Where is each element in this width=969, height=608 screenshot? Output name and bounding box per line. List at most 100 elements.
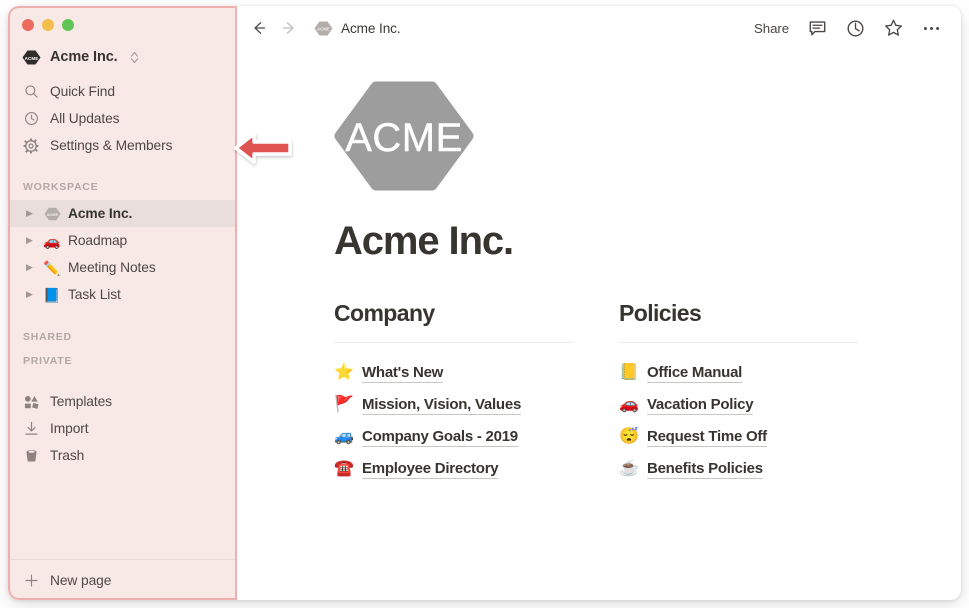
trash-icon <box>23 448 39 464</box>
column-policies: Policies 📒 Office Manual 🚗 Vacation Poli… <box>619 300 904 485</box>
sidebar-page-roadmap[interactable]: ▶ 🚗 Roadmap <box>8 227 237 254</box>
chevron-right-icon[interactable]: ▶ <box>23 209 36 218</box>
sidebar-item-label: Quick Find <box>50 84 115 99</box>
star-favorite-icon[interactable] <box>884 19 903 38</box>
toolbar-actions: Share <box>754 19 941 38</box>
pencil-emoji-icon: ✏️ <box>43 259 61 276</box>
maximize-window-button[interactable] <box>62 19 74 31</box>
workspace-page-list: ▶ ACME Acme Inc. ▶ 🚗 Roadmap ▶ ✏️ Meetin… <box>8 200 237 308</box>
svg-text:ACME: ACME <box>345 116 463 160</box>
page-link-label: What's New <box>362 363 444 383</box>
new-page-label: New page <box>50 572 112 588</box>
share-button[interactable]: Share <box>754 21 789 36</box>
main-area: ACME Acme Inc. Share ACME Acme Inc. Comp… <box>237 6 961 600</box>
workspace-switcher[interactable]: ACME Acme Inc. <box>8 42 237 72</box>
blue-car-emoji-icon: 🚙 <box>334 428 354 445</box>
page-link-benefits-policies[interactable]: ☕ Benefits Policies <box>619 453 904 485</box>
coffee-emoji-icon: ☕ <box>619 460 639 477</box>
comment-icon[interactable] <box>808 19 827 38</box>
column-company: Company ⭐ What's New 🚩 Mission, Vision, … <box>334 300 619 485</box>
page-link-label: Company Goals - 2019 <box>362 427 518 447</box>
page-link-employee-directory[interactable]: ☎️ Employee Directory <box>334 453 619 485</box>
page-link-label: Employee Directory <box>362 459 499 479</box>
page-link-label: Benefits Policies <box>647 459 763 479</box>
blue-book-emoji-icon: 📘 <box>43 286 61 303</box>
link-list: 📒 Office Manual 🚗 Vacation Policy 😴 Requ… <box>619 357 904 485</box>
sidebar-item-label: All Updates <box>50 111 120 126</box>
acme-hexagon-logo-icon: ACME <box>22 50 41 65</box>
sidebar-item-all-updates[interactable]: All Updates <box>8 105 237 132</box>
page-link-mission-vision-values[interactable]: 🚩 Mission, Vision, Values <box>334 389 619 421</box>
sidebar-tools-list: Templates Import Trash <box>8 388 237 469</box>
page-columns: Company ⭐ What's New 🚩 Mission, Vision, … <box>334 300 961 485</box>
sidebar-item-quick-find[interactable]: Quick Find <box>8 78 237 105</box>
breadcrumb-label: Acme Inc. <box>341 20 401 36</box>
section-header-private: PRIVATE <box>23 355 73 367</box>
page-link-whats-new[interactable]: ⭐ What's New <box>334 357 619 389</box>
car-emoji-icon: 🚗 <box>43 232 61 249</box>
sidebar-page-label: Task List <box>68 287 121 302</box>
svg-text:ACME: ACME <box>317 26 330 31</box>
page-link-label: Mission, Vision, Values <box>362 395 522 415</box>
acme-hexagon-logo-icon: ACME <box>314 21 333 36</box>
search-icon <box>23 84 39 100</box>
page-link-vacation-policy[interactable]: 🚗 Vacation Policy <box>619 389 904 421</box>
section-header-shared: SHARED <box>23 331 72 343</box>
red-car-emoji-icon: 🚗 <box>619 396 639 413</box>
more-options-icon[interactable] <box>922 19 941 38</box>
sidebar-item-trash[interactable]: Trash <box>8 442 237 469</box>
column-divider <box>334 342 574 343</box>
plus-icon <box>23 572 39 588</box>
telephone-emoji-icon: ☎️ <box>334 460 354 477</box>
column-divider <box>619 342 859 343</box>
new-page-button[interactable]: New page <box>8 559 237 600</box>
chevron-right-icon[interactable]: ▶ <box>23 236 36 245</box>
sidebar-item-settings-members[interactable]: Settings & Members <box>8 132 237 159</box>
sidebar-page-task-list[interactable]: ▶ 📘 Task List <box>8 281 237 308</box>
close-window-button[interactable] <box>22 19 34 31</box>
import-download-icon <box>23 421 39 437</box>
chevron-right-icon[interactable]: ▶ <box>23 290 36 299</box>
sidebar-item-label: Import <box>50 421 89 436</box>
window-traffic-lights <box>8 6 237 32</box>
sidebar-page-meeting-notes[interactable]: ▶ ✏️ Meeting Notes <box>8 254 237 281</box>
app-window: ACME Acme Inc. Quick Find All Updates Se… <box>8 6 961 600</box>
link-list: ⭐ What's New 🚩 Mission, Vision, Values 🚙… <box>334 357 619 485</box>
page-link-request-time-off[interactable]: 😴 Request Time Off <box>619 421 904 453</box>
sidebar-item-templates[interactable]: Templates <box>8 388 237 415</box>
arrow-right-icon[interactable] <box>280 19 298 37</box>
sidebar-item-label: Trash <box>50 448 85 463</box>
chevron-up-down-icon[interactable] <box>130 51 139 64</box>
page-link-label: Vacation Policy <box>647 395 754 415</box>
minimize-window-button[interactable] <box>42 19 54 31</box>
column-heading: Company <box>334 300 435 326</box>
svg-text:ACME: ACME <box>46 212 58 216</box>
section-header-workspace: WORKSPACE <box>23 181 99 193</box>
templates-icon <box>23 394 39 410</box>
screenshot-root: ACME Acme Inc. Quick Find All Updates Se… <box>0 0 969 608</box>
sidebar-page-acme-inc[interactable]: ▶ ACME Acme Inc. <box>8 200 237 227</box>
history-nav <box>250 19 298 37</box>
sleeping-face-emoji-icon: 😴 <box>619 428 639 445</box>
star-emoji-icon: ⭐ <box>334 364 354 381</box>
sidebar-item-label: Settings & Members <box>50 138 173 153</box>
sidebar: ACME Acme Inc. Quick Find All Updates Se… <box>8 6 237 600</box>
page-link-company-goals[interactable]: 🚙 Company Goals - 2019 <box>334 421 619 453</box>
gear-icon <box>23 137 39 154</box>
sidebar-item-label: Templates <box>50 394 112 409</box>
breadcrumb[interactable]: ACME Acme Inc. <box>314 21 401 36</box>
arrow-left-icon[interactable] <box>250 19 268 37</box>
sidebar-nav-list: Quick Find All Updates Settings & Member… <box>8 78 237 159</box>
svg-text:ACME: ACME <box>25 55 39 60</box>
red-flag-emoji-icon: 🚩 <box>334 396 354 413</box>
page-content: ACME Acme Inc. Company ⭐ What's New 🚩 Mi… <box>237 50 961 600</box>
sidebar-item-import[interactable]: Import <box>8 415 237 442</box>
page-link-office-manual[interactable]: 📒 Office Manual <box>619 357 904 389</box>
sidebar-page-label: Roadmap <box>68 233 128 248</box>
top-toolbar: ACME Acme Inc. Share <box>237 6 961 50</box>
chevron-right-icon[interactable]: ▶ <box>23 263 36 272</box>
page-link-label: Office Manual <box>647 363 743 383</box>
clock-history-icon[interactable] <box>846 19 865 38</box>
column-heading: Policies <box>619 300 702 326</box>
